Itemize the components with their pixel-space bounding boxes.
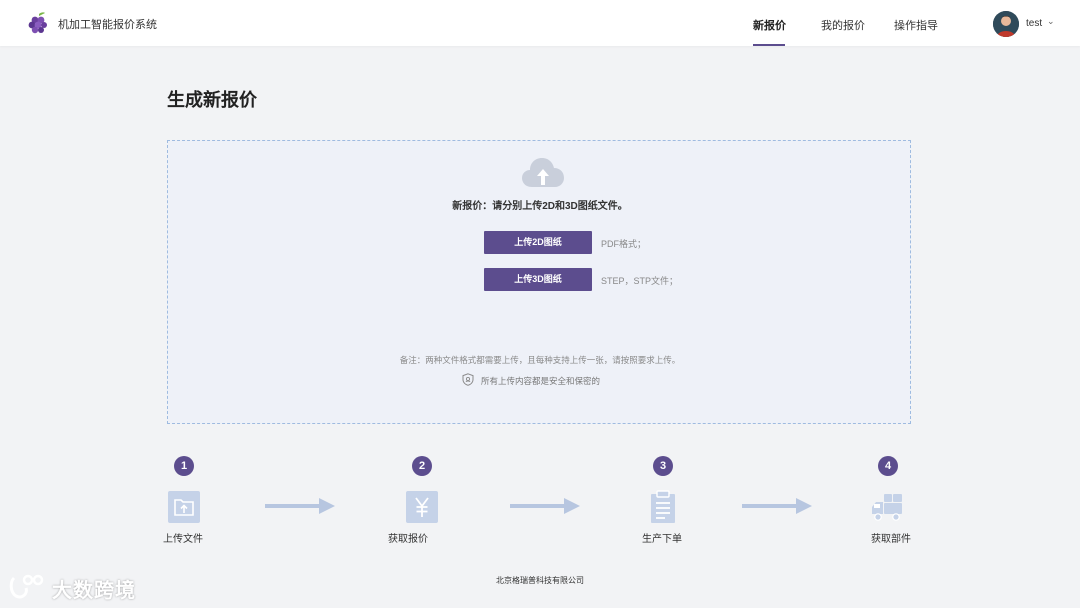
shield-icon [462, 373, 474, 386]
arrow-right-icon [510, 498, 580, 514]
step-number: 1 [174, 456, 194, 476]
cloud-upload-icon [522, 158, 564, 187]
step-number: 3 [653, 456, 673, 476]
watermark: 大数跨境 [8, 572, 148, 602]
avatar[interactable] [993, 11, 1019, 37]
step-label: 生产下单 [642, 534, 682, 545]
nav-my-quotes[interactable]: 我的报价 [821, 17, 865, 33]
chevron-down-icon[interactable]: ⌄ [1047, 16, 1055, 27]
upload-2d-hint: PDF格式； [601, 239, 647, 249]
step-label: 获取部件 [871, 534, 911, 545]
upload-3d-button[interactable]: 上传3D图纸 [484, 268, 592, 291]
upload-2d-button[interactable]: 上传2D图纸 [484, 231, 592, 254]
nav-new-quote[interactable]: 新报价 [753, 17, 786, 33]
step-number: 2 [412, 456, 432, 476]
nav-guide[interactable]: 操作指导 [894, 17, 938, 33]
upload-dropzone[interactable]: 新报价：请分别上传2D和3D图纸文件。 上传2D图纸 PDF格式； 上传3D图纸… [167, 140, 911, 424]
upload-instruction: 新报价：请分别上传2D和3D图纸文件。 [452, 201, 628, 212]
watermark-text: 大数跨境 [52, 580, 136, 602]
step-label: 上传文件 [163, 534, 203, 545]
delivery-truck-icon [872, 494, 902, 521]
upload-3d-hint: STEP，STP文件； [601, 276, 679, 286]
step-number: 4 [878, 456, 898, 476]
yen-icon [406, 491, 438, 523]
grape-logo-icon[interactable] [26, 11, 50, 35]
nav-active-indicator [753, 44, 785, 46]
step-2: 2 获取报价 [388, 456, 490, 546]
username: test [1026, 18, 1043, 29]
security-text: 所有上传内容都是安全和保密的 [481, 376, 601, 386]
step-label: 获取报价 [388, 534, 428, 545]
page-title: 生成新报价 [167, 90, 257, 110]
upload-note: 备注：两种文件格式都需要上传，且每种支持上传一张，请按照要求上传。 [399, 355, 681, 365]
top-header: 机加工智能报价系统 新报价 我的报价 操作指导 test ⌄ [0, 0, 1080, 46]
arrow-right-icon [265, 498, 335, 514]
watermark-logo-icon [9, 574, 44, 599]
clipboard-icon [651, 490, 675, 523]
step-3: 3 生产下单 [642, 456, 732, 546]
arrow-right-icon [742, 498, 812, 514]
step-1: 1 上传文件 [162, 456, 252, 546]
app-title: 机加工智能报价系统 [58, 19, 157, 31]
folder-upload-icon [168, 491, 200, 523]
footer-company: 北京格瑞普科技有限公司 [496, 576, 584, 585]
user-avatar-icon [993, 11, 1019, 37]
step-4: 4 获取部件 [870, 456, 960, 546]
